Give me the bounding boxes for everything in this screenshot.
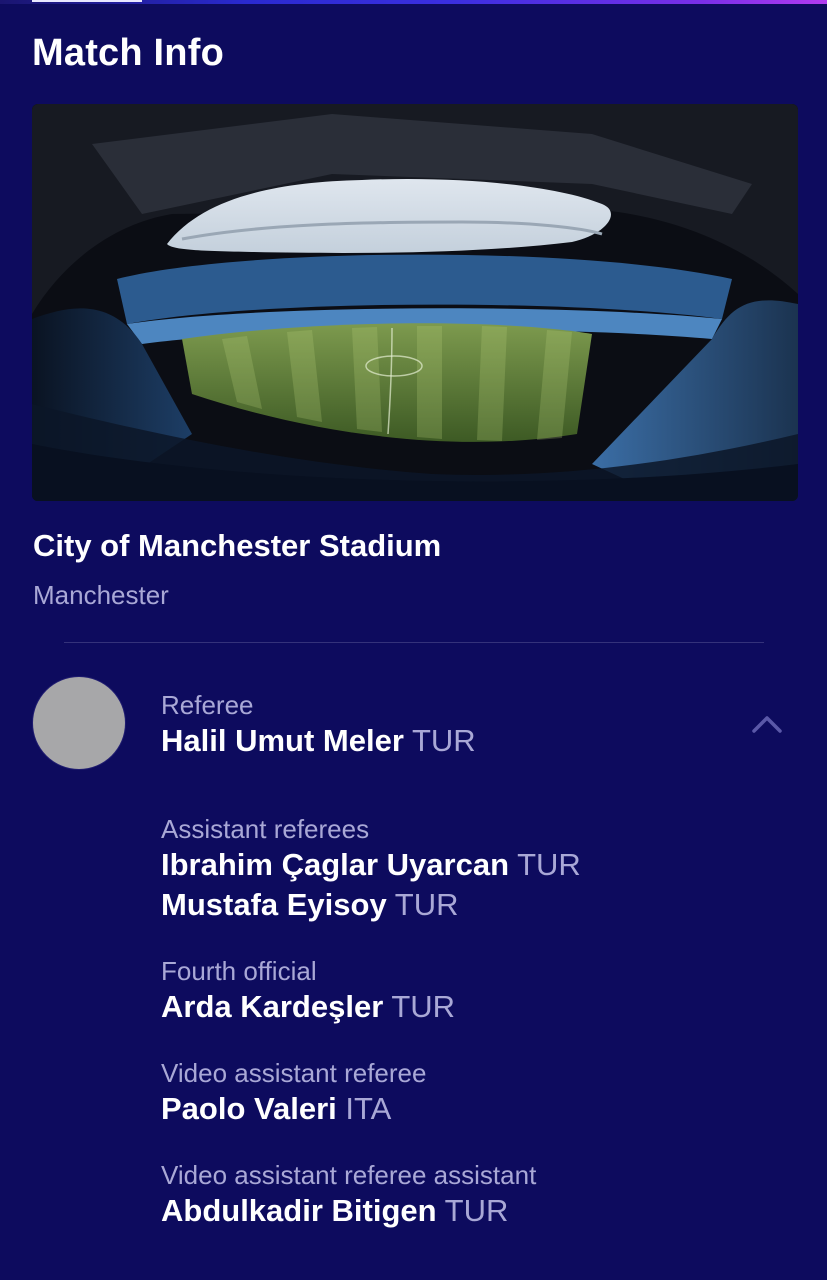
official-country: TUR (411, 723, 476, 758)
fourth-official-section: Fourth official Arda Kardeşler TUR (161, 955, 455, 1027)
stadium-photo (32, 104, 798, 501)
official-entry: Mustafa Eyisoy TUR (161, 885, 581, 925)
official-entry: Abdulkadir Bitigen TUR (161, 1191, 536, 1231)
official-name: Ibrahim Çaglar Uyarcan (161, 847, 510, 882)
official-entry: Halil Umut Meler TUR (161, 721, 476, 761)
official-name: Abdulkadir Bitigen (161, 1193, 437, 1228)
official-entry: Arda Kardeşler TUR (161, 987, 455, 1027)
referee-avatar (33, 677, 125, 769)
avar-section: Video assistant referee assistant Abdulk… (161, 1159, 536, 1231)
official-country: ITA (345, 1091, 392, 1126)
referee-section: Referee Halil Umut Meler TUR (161, 689, 476, 761)
official-country: TUR (444, 1193, 509, 1228)
official-country: TUR (394, 887, 459, 922)
section-divider (64, 642, 764, 643)
official-country: TUR (391, 989, 456, 1024)
official-entry: Ibrahim Çaglar Uyarcan TUR (161, 845, 581, 885)
assistant-referees-section: Assistant referees Ibrahim Çaglar Uyarca… (161, 813, 581, 925)
active-tab-indicator (32, 0, 142, 2)
role-label: Video assistant referee (161, 1058, 427, 1088)
official-entry: Paolo Valeri ITA (161, 1089, 426, 1129)
page-title: Match Info (32, 32, 224, 74)
top-navigation-strip (0, 0, 827, 4)
venue-name: City of Manchester Stadium (33, 528, 442, 563)
official-name: Halil Umut Meler (161, 723, 404, 758)
venue-city: Manchester (33, 580, 169, 610)
official-name: Arda Kardeşler (161, 989, 384, 1024)
role-label: Assistant referees (161, 814, 370, 844)
role-label: Fourth official (161, 956, 317, 986)
official-country: TUR (517, 847, 581, 882)
official-name: Paolo Valeri (161, 1091, 337, 1126)
official-name: Mustafa Eyisoy (161, 887, 387, 922)
chevron-up-icon (752, 716, 782, 733)
role-label: Referee (161, 690, 254, 720)
collapse-officials-button[interactable] (742, 706, 792, 742)
var-section: Video assistant referee Paolo Valeri ITA (161, 1057, 426, 1129)
role-label: Video assistant referee assistant (161, 1160, 537, 1190)
